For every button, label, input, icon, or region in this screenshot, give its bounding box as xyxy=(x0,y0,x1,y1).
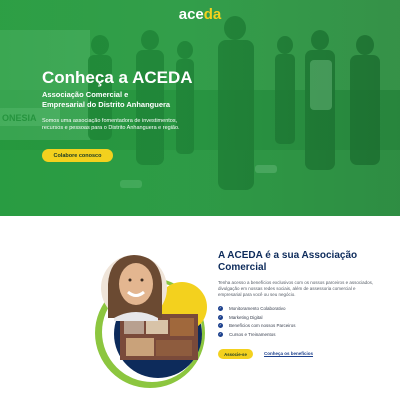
about-description: Tenha acesso a benefícios exclusivos com… xyxy=(218,280,374,297)
benefit-label: Cursos e Treinamentos xyxy=(229,332,276,338)
check-circle-icon: ✓ xyxy=(218,314,223,320)
hero-title: Conheça a ACEDA xyxy=(42,68,193,87)
about-title: A ACEDA é a sua Associação Comercial xyxy=(218,250,378,274)
list-item: ✓ Marketing Digital xyxy=(218,313,296,322)
check-circle-icon: ✓ xyxy=(218,332,223,338)
hero-section: ONESIA aceda Conheça a ACEDA Assoc xyxy=(0,0,400,216)
woman-photo xyxy=(108,255,162,321)
conheca-beneficios-link[interactable]: Conheça os benefícios xyxy=(264,351,313,356)
about-illustration xyxy=(95,255,207,388)
about-title-line2: Comercial xyxy=(218,262,267,273)
benefit-label: Marketing Digital xyxy=(229,314,263,320)
list-item: ✓ Monitoramento Colaborativo xyxy=(218,304,296,313)
list-item: ✓ Benefícios com nossos Parceiros xyxy=(218,322,296,331)
aceda-logo[interactable]: aceda xyxy=(179,6,222,23)
hero-subtitle-line1: Associação Comercial e xyxy=(42,90,129,99)
benefit-label: Monitoramento Colaborativo xyxy=(229,305,286,311)
benefit-label: Benefícios com nossos Parceiros xyxy=(229,323,296,329)
hero-subtitle: Associação Comercial e Empresarial do Di… xyxy=(42,90,172,110)
list-item: ✓ Cursos e Treinamentos xyxy=(218,330,296,339)
hero-description: Somos uma associação fomentadora de inve… xyxy=(42,118,180,131)
about-title-line1: A ACEDA é a sua Associação xyxy=(218,250,358,261)
check-circle-icon: ✓ xyxy=(218,305,223,311)
associe-se-button[interactable]: Associe-se xyxy=(218,349,253,359)
about-section: A ACEDA é a sua Associação Comercial Ten… xyxy=(0,216,400,400)
check-circle-icon: ✓ xyxy=(218,323,223,329)
colabore-conosco-button[interactable]: Colabore conosco xyxy=(42,149,113,162)
hero-subtitle-line2: Empresarial do Distrito Anhanguera xyxy=(42,100,171,109)
benefits-list: ✓ Monitoramento Colaborativo ✓ Marketing D… xyxy=(218,304,296,339)
